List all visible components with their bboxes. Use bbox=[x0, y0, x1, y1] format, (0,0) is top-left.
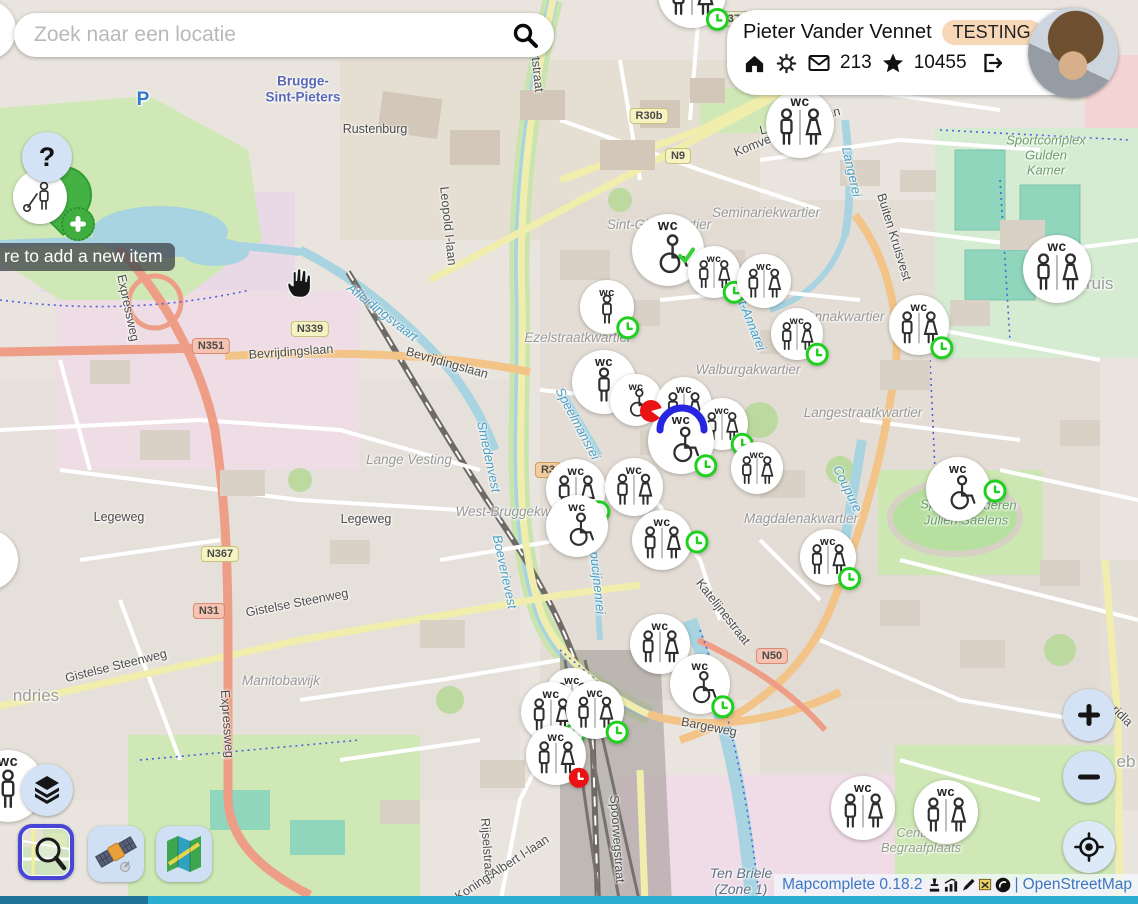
folded-map-icon bbox=[162, 832, 206, 876]
wc-marker[interactable]: wc bbox=[0, 506, 42, 614]
wc-marker[interactable]: wc bbox=[890, 756, 1002, 868]
zoom-in-button[interactable] bbox=[1063, 689, 1115, 741]
wc-marker[interactable]: wc bbox=[646, 630, 754, 738]
mapcomplete-app: RustenburgVaartstraatKomvestLeopold II-l… bbox=[0, 0, 1138, 904]
theme-flag-icon bbox=[978, 877, 993, 893]
home-icon[interactable] bbox=[743, 52, 766, 75]
svg-text:wc: wc bbox=[853, 780, 872, 795]
svg-text:wc: wc bbox=[948, 461, 967, 476]
geolocate-button[interactable] bbox=[1063, 821, 1115, 873]
svg-text:wc: wc bbox=[936, 784, 955, 799]
svg-text:wc: wc bbox=[0, 754, 18, 770]
help-label: ? bbox=[39, 142, 56, 173]
osm-carto-thumbnail bbox=[23, 829, 69, 875]
search-icon[interactable] bbox=[510, 20, 540, 50]
user-name[interactable]: Pieter Vander Vennet bbox=[743, 21, 932, 44]
zoom-out-button[interactable] bbox=[1063, 751, 1115, 803]
messages-count: 213 bbox=[840, 52, 872, 74]
svg-text:wc: wc bbox=[546, 730, 564, 744]
svg-text:wc: wc bbox=[1046, 239, 1066, 254]
stats-icon bbox=[944, 877, 959, 893]
add-item-tooltip: re to add a new item bbox=[0, 243, 175, 271]
search-input[interactable] bbox=[32, 22, 510, 48]
attribution-separator: | bbox=[1015, 876, 1019, 894]
wc-marker[interactable]: wc bbox=[608, 486, 716, 594]
osm-logo-icon bbox=[995, 877, 1011, 893]
wc-marker[interactable]: wc bbox=[707, 418, 807, 518]
svg-text:wc: wc bbox=[598, 287, 614, 299]
pen-icon bbox=[961, 877, 976, 893]
messages-icon[interactable] bbox=[807, 51, 831, 75]
wc-marker[interactable]: wc bbox=[865, 271, 973, 379]
help-button[interactable]: ? bbox=[22, 132, 72, 182]
star-icon[interactable] bbox=[881, 51, 905, 75]
logout-icon[interactable] bbox=[980, 51, 1004, 75]
satellite-icon bbox=[94, 832, 138, 876]
basemap-satellite-button[interactable] bbox=[88, 826, 144, 882]
basemap-osm-button[interactable] bbox=[18, 824, 74, 880]
crosshair-icon bbox=[1073, 831, 1105, 863]
wc-marker[interactable]: wc bbox=[776, 505, 880, 609]
avatar[interactable] bbox=[1028, 8, 1118, 98]
openstreetmap-link[interactable]: OpenStreetMap bbox=[1023, 876, 1132, 894]
svg-text:wc: wc bbox=[671, 412, 691, 427]
gear-icon[interactable] bbox=[775, 52, 798, 75]
wc-marker[interactable]: wc bbox=[902, 433, 1014, 545]
layers-button[interactable] bbox=[21, 764, 73, 816]
attribution-bar: Mapcomplete 0.18.2 | OpenStreetMap bbox=[774, 874, 1138, 896]
svg-text:wc: wc bbox=[909, 300, 927, 314]
plus-icon bbox=[1074, 700, 1104, 730]
statue-icon bbox=[927, 877, 942, 893]
svg-text:wc: wc bbox=[567, 500, 586, 514]
mapcomplete-version-link[interactable]: Mapcomplete 0.18.2 bbox=[782, 876, 922, 894]
svg-text:wc: wc bbox=[690, 659, 708, 673]
wc-marker[interactable]: wc bbox=[999, 211, 1115, 327]
wc-marker[interactable]: wc bbox=[747, 284, 847, 384]
changeset-count: 10455 bbox=[914, 52, 967, 74]
basemap-map-button[interactable] bbox=[156, 826, 212, 882]
bottom-edge-strip bbox=[0, 896, 1138, 904]
minus-icon bbox=[1074, 762, 1104, 792]
wc-marker[interactable]: wc bbox=[502, 701, 610, 809]
svg-text:wc: wc bbox=[789, 94, 809, 109]
testing-badge: TESTING bbox=[942, 20, 1042, 45]
add-item-button[interactable] bbox=[61, 207, 95, 241]
svg-text:wc: wc bbox=[652, 515, 670, 529]
layers-icon bbox=[32, 773, 62, 807]
hand-cursor-icon bbox=[283, 266, 315, 300]
search-bar[interactable] bbox=[14, 13, 554, 57]
